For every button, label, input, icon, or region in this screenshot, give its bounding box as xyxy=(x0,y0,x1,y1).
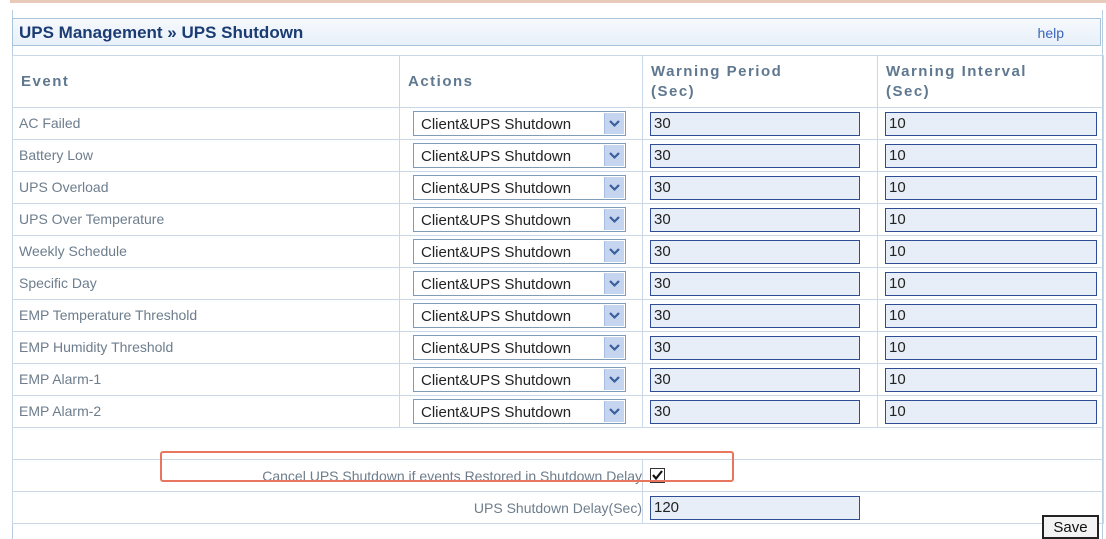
event-label: Battery Low xyxy=(19,146,93,163)
event-label: EMP Alarm-2 xyxy=(19,402,102,419)
cancel-shutdown-checkbox[interactable] xyxy=(650,468,665,483)
action-select-value: Client&UPS Shutdown xyxy=(421,212,572,229)
table-row: UPS Overload Client&UPS Shutdown xyxy=(12,171,1104,204)
action-select-value: Client&UPS Shutdown xyxy=(421,244,572,261)
action-select[interactable]: Client&UPS Shutdown xyxy=(413,399,626,424)
top-divider xyxy=(10,0,1106,3)
chevron-down-icon xyxy=(609,152,620,160)
dropdown-arrow[interactable] xyxy=(604,241,624,262)
cancel-option-row: Cancel UPS Shutdown if events Restored i… xyxy=(12,459,1104,492)
table-row: EMP Alarm-2 Client&UPS Shutdown xyxy=(12,395,1104,428)
warning-period-input[interactable] xyxy=(650,303,860,328)
action-select-value: Client&UPS Shutdown xyxy=(421,340,572,357)
dropdown-arrow[interactable] xyxy=(604,401,624,422)
warning-period-column-header: Warning Period (Sec) xyxy=(642,55,878,108)
shutdown-delay-label: UPS Shutdown Delay(Sec) xyxy=(12,491,643,524)
action-select[interactable]: Client&UPS Shutdown xyxy=(413,239,626,264)
event-label: EMP Humidity Threshold xyxy=(19,338,174,355)
chevron-down-icon xyxy=(609,120,620,128)
action-select[interactable]: Client&UPS Shutdown xyxy=(413,303,626,328)
warning-interval-input[interactable] xyxy=(885,399,1097,424)
warning-interval-input[interactable] xyxy=(885,207,1097,232)
dropdown-arrow[interactable] xyxy=(604,273,624,294)
warning-interval-input[interactable] xyxy=(885,271,1097,296)
chevron-down-icon xyxy=(609,184,620,192)
action-select-value: Client&UPS Shutdown xyxy=(421,404,572,421)
table-row: Specific Day Client&UPS Shutdown xyxy=(12,267,1104,300)
warning-interval-input[interactable] xyxy=(885,111,1097,136)
action-select[interactable]: Client&UPS Shutdown xyxy=(413,111,626,136)
warning-interval-input[interactable] xyxy=(885,335,1097,360)
event-label: AC Failed xyxy=(19,114,81,131)
chevron-down-icon xyxy=(609,376,620,384)
dropdown-arrow[interactable] xyxy=(604,305,624,326)
warning-interval-input[interactable] xyxy=(885,303,1097,328)
action-select-value: Client&UPS Shutdown xyxy=(421,276,572,293)
table-header-row: Event Actions Warning Period (Sec) Warnin… xyxy=(12,55,1104,108)
action-select-value: Client&UPS Shutdown xyxy=(421,116,572,133)
table-row: Weekly Schedule Client&UPS Shutdown xyxy=(12,235,1104,268)
action-select[interactable]: Client&UPS Shutdown xyxy=(413,271,626,296)
warning-period-input[interactable] xyxy=(650,175,860,200)
table-row: AC Failed Client&UPS Shutdown xyxy=(12,107,1104,140)
table-row: EMP Alarm-1 Client&UPS Shutdown xyxy=(12,363,1104,396)
chevron-down-icon xyxy=(609,248,620,256)
event-label: UPS Overload xyxy=(19,178,109,195)
actions-column-header: Actions xyxy=(399,55,643,108)
chevron-down-icon xyxy=(609,216,620,224)
table-row: EMP Humidity Threshold Client&UPS Shutdow… xyxy=(12,331,1104,364)
warning-period-input[interactable] xyxy=(650,399,860,424)
chevron-down-icon xyxy=(609,344,620,352)
cancel-shutdown-label: Cancel UPS Shutdown if events Restored i… xyxy=(12,459,643,492)
action-select-value: Client&UPS Shutdown xyxy=(421,308,572,325)
warning-period-input[interactable] xyxy=(650,111,860,136)
table-row: EMP Temperature Threshold Client&UPS Shut… xyxy=(12,299,1104,332)
action-select[interactable]: Client&UPS Shutdown xyxy=(413,335,626,360)
shutdown-delay-input[interactable] xyxy=(650,495,860,520)
dropdown-arrow[interactable] xyxy=(604,337,624,358)
action-select-value: Client&UPS Shutdown xyxy=(421,180,572,197)
event-label: EMP Temperature Threshold xyxy=(19,306,198,323)
warning-period-input[interactable] xyxy=(650,271,860,296)
dropdown-arrow[interactable] xyxy=(604,369,624,390)
save-button[interactable]: Save xyxy=(1042,515,1099,539)
warning-period-input[interactable] xyxy=(650,335,860,360)
warning-period-input[interactable] xyxy=(650,207,860,232)
help-link[interactable]: help xyxy=(1038,25,1064,41)
dropdown-arrow[interactable] xyxy=(604,145,624,166)
warning-period-input[interactable] xyxy=(650,239,860,264)
warning-interval-input[interactable] xyxy=(885,175,1097,200)
warning-interval-input[interactable] xyxy=(885,367,1097,392)
chevron-down-icon xyxy=(609,280,620,288)
event-label: UPS Over Temperature xyxy=(19,210,165,227)
action-select-value: Client&UPS Shutdown xyxy=(421,148,572,165)
shutdown-events-table: Event Actions Warning Period (Sec) Warnin… xyxy=(12,55,1104,524)
event-label: Weekly Schedule xyxy=(19,242,127,259)
table-row: UPS Over Temperature Client&UPS Shutdown xyxy=(12,203,1104,236)
action-select-value: Client&UPS Shutdown xyxy=(421,372,572,389)
page-title: UPS Management » UPS Shutdown xyxy=(19,23,304,42)
action-select[interactable]: Client&UPS Shutdown xyxy=(413,207,626,232)
page-header: UPS Management » UPS Shutdown help xyxy=(12,18,1101,46)
warning-interval-input[interactable] xyxy=(885,239,1097,264)
table-row: Battery Low Client&UPS Shutdown xyxy=(12,139,1104,172)
dropdown-arrow[interactable] xyxy=(604,113,624,134)
warning-period-input[interactable] xyxy=(650,143,860,168)
action-select[interactable]: Client&UPS Shutdown xyxy=(413,367,626,392)
spacer-row xyxy=(12,427,1104,460)
chevron-down-icon xyxy=(609,312,620,320)
action-select[interactable]: Client&UPS Shutdown xyxy=(413,175,626,200)
checkmark-icon xyxy=(652,470,663,481)
dropdown-arrow[interactable] xyxy=(604,177,624,198)
warning-interval-column-header: Warning Interval (Sec) xyxy=(877,55,1104,108)
shutdown-delay-row: UPS Shutdown Delay(Sec) xyxy=(12,491,1104,524)
chevron-down-icon xyxy=(609,408,620,416)
event-label: EMP Alarm-1 xyxy=(19,370,102,387)
event-label: Specific Day xyxy=(19,274,97,291)
dropdown-arrow[interactable] xyxy=(604,209,624,230)
action-select[interactable]: Client&UPS Shutdown xyxy=(413,143,626,168)
event-column-header: Event xyxy=(12,55,400,108)
warning-interval-input[interactable] xyxy=(885,143,1097,168)
warning-period-input[interactable] xyxy=(650,367,860,392)
